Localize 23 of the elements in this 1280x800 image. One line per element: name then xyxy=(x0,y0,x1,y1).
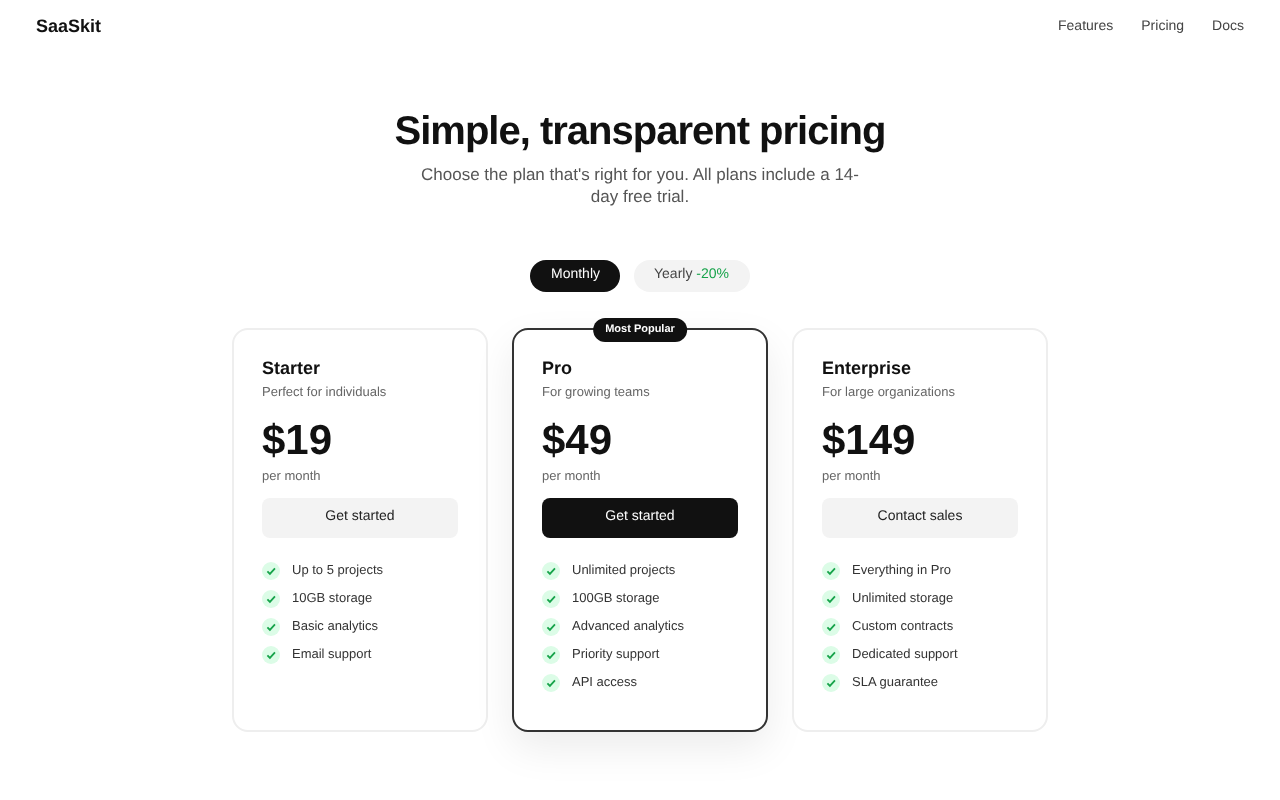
check-icon xyxy=(262,646,280,664)
check-icon xyxy=(822,590,840,608)
page-title: Simple, transparent pricing xyxy=(394,112,886,152)
check-icon xyxy=(822,618,840,636)
check-icon xyxy=(262,590,280,608)
check-icon xyxy=(822,562,840,580)
check-icon xyxy=(262,562,280,580)
plan-price: $149 xyxy=(822,420,918,462)
plan-name: Pro xyxy=(542,356,575,380)
check-icon xyxy=(822,674,840,692)
check-icon xyxy=(542,646,560,664)
check-icon xyxy=(542,562,560,580)
check-icon xyxy=(542,590,560,608)
brand-logo[interactable]: SaaSkit xyxy=(36,14,102,42)
plan-price: $19 xyxy=(262,420,335,462)
plan-price: $49 xyxy=(542,420,615,462)
check-icon xyxy=(822,646,840,664)
check-icon xyxy=(542,674,560,692)
plan-name: Enterprise xyxy=(822,356,914,380)
page-subtitle: Choose the plan that's right for you. All plans include a 14-day free trial. xyxy=(420,164,860,208)
plan-name: Starter xyxy=(262,356,323,380)
check-icon xyxy=(542,618,560,636)
check-icon xyxy=(262,618,280,636)
